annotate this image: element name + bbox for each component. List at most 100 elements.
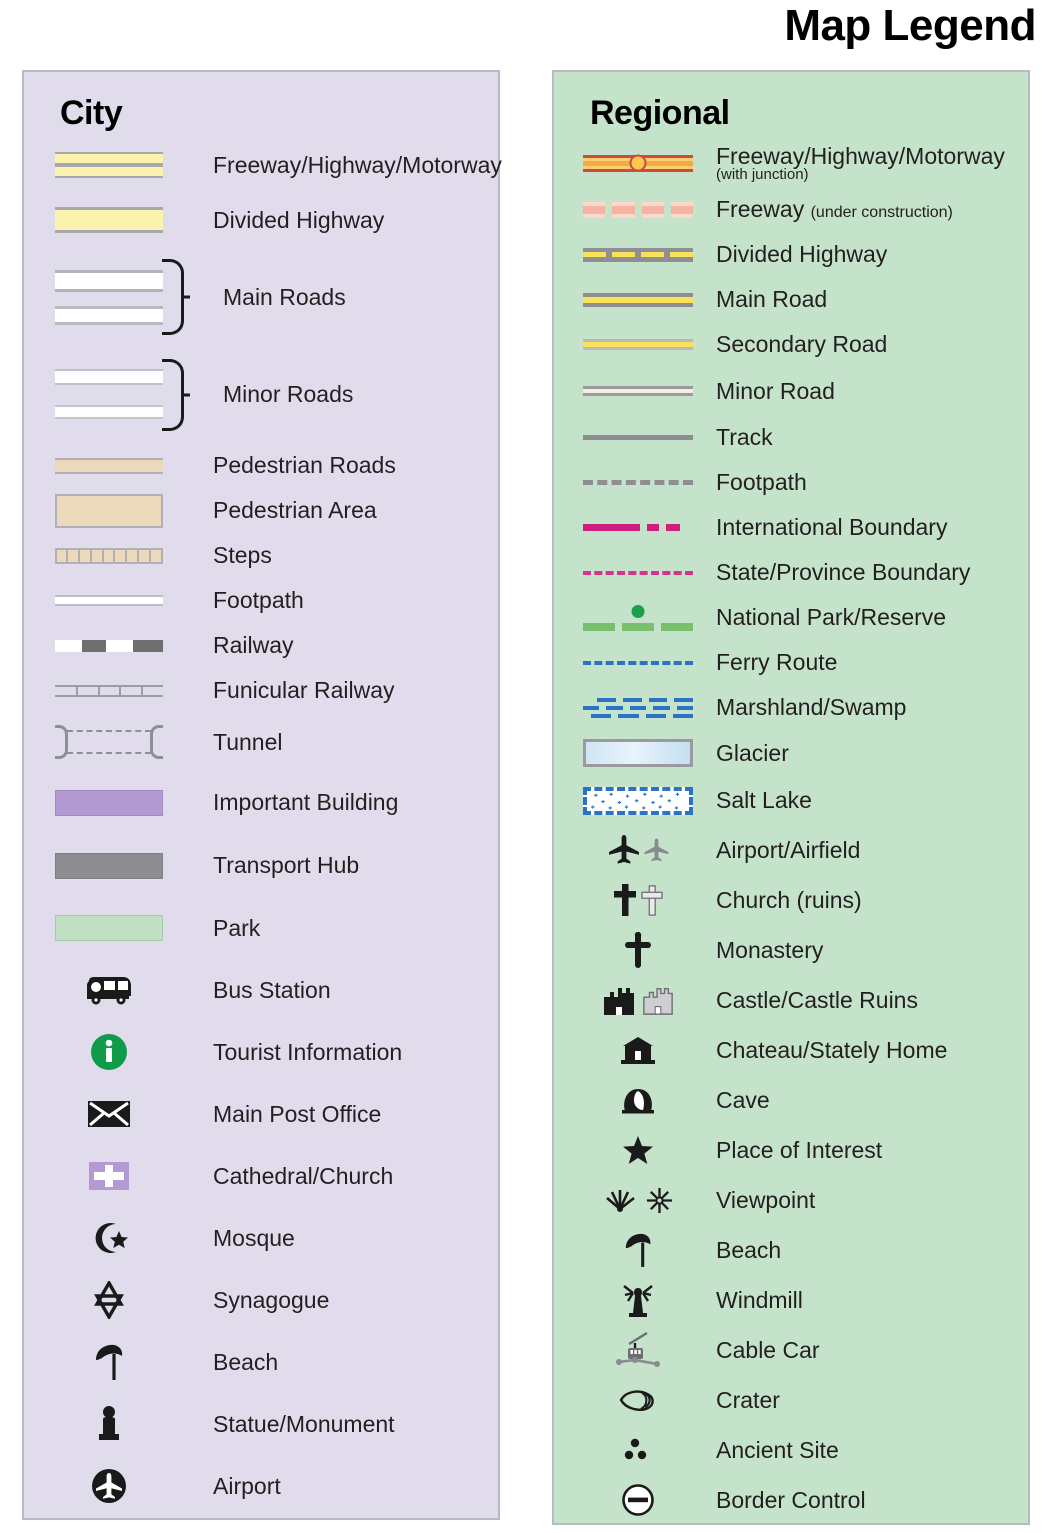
orthodox-cross-icon	[578, 932, 698, 968]
legend-label: Freeway/Highway/Motorway (with junction)	[716, 143, 1005, 183]
legend-label: Main Post Office	[213, 1100, 382, 1127]
legend-label: Border Control	[716, 1486, 866, 1513]
legend-row-secondary-road[interactable]: Secondary Road	[554, 322, 1028, 367]
legend-row-viewpoint[interactable]: Viewpoint	[554, 1175, 1028, 1225]
legend-label: Crater	[716, 1386, 780, 1413]
legend-row-border-control[interactable]: Border Control	[554, 1475, 1028, 1525]
legend-row-windmill[interactable]: Windmill	[554, 1275, 1028, 1325]
legend-row-tunnel[interactable]: Tunnel	[24, 713, 498, 771]
legend-label: State/Province Boundary	[716, 559, 971, 586]
legend-label: Secondary Road	[716, 331, 888, 358]
legend-label: Transport Hub	[213, 852, 360, 879]
minor-roads-swatch	[46, 369, 171, 419]
legend-row-ancient-site[interactable]: Ancient Site	[554, 1425, 1028, 1475]
legend-row-chateau[interactable]: Chateau/Stately Home	[554, 1025, 1028, 1075]
legend-row-synagogue[interactable]: Synagogue	[24, 1269, 498, 1331]
legend-row-tourist-information[interactable]: Tourist Information	[24, 1021, 498, 1083]
legend-row-church-ruins[interactable]: Church (ruins)	[554, 875, 1028, 925]
legend-row-divided-highway[interactable]: Divided Highway	[24, 191, 498, 249]
legend-label: International Boundary	[716, 514, 948, 541]
legend-row-railway[interactable]: Railway	[24, 623, 498, 668]
legend-row-steps[interactable]: Steps	[24, 533, 498, 578]
track-swatch	[578, 435, 698, 440]
legend-row-important-building[interactable]: Important Building	[24, 771, 498, 834]
legend-label: Minor Roads	[223, 380, 354, 407]
minor-road-swatch	[578, 386, 698, 396]
main-roads-swatch	[46, 269, 171, 325]
legend-label: Minor Road	[716, 377, 835, 404]
legend-row-statue-monument[interactable]: Statue/Monument	[24, 1393, 498, 1455]
beach-umbrella-icon	[578, 1232, 698, 1268]
legend-label: Airport/Airfield	[716, 836, 861, 863]
legend-row-minor-road[interactable]: Minor Road	[554, 367, 1028, 415]
legend-row-main-post-office[interactable]: Main Post Office	[24, 1083, 498, 1145]
legend-label: National Park/Reserve	[716, 604, 947, 631]
city-legend-rows: Freeway/Highway/Motorway Divided Highway…	[24, 139, 502, 1517]
bus-icon	[46, 975, 171, 1005]
legend-label: Park	[213, 914, 261, 941]
legend-row-transport-hub[interactable]: Transport Hub	[24, 834, 498, 897]
legend-label: Pedestrian Roads	[213, 452, 396, 479]
legend-row-main-roads[interactable]: Main Roads	[24, 249, 498, 345]
legend-row-regional-beach[interactable]: Beach	[554, 1225, 1028, 1275]
secondary-road-swatch	[578, 339, 698, 350]
legend-row-glacier[interactable]: Glacier	[554, 730, 1028, 776]
envelope-icon	[46, 1100, 171, 1128]
footpath-swatch	[46, 595, 171, 606]
legend-label: Cave	[716, 1086, 770, 1113]
cave-icon	[578, 1085, 698, 1115]
legend-row-pedestrian-area[interactable]: Pedestrian Area	[24, 488, 498, 533]
legend-row-castle[interactable]: Castle/Castle Ruins	[554, 975, 1028, 1025]
legend-label: Freeway/Highway/Motorway	[213, 151, 502, 178]
legend-label: Monastery	[716, 936, 824, 963]
footpath-dashed-swatch	[578, 480, 698, 485]
legend-row-bus-station[interactable]: Bus Station	[24, 959, 498, 1021]
legend-row-freeway-under-construction[interactable]: Freeway (under construction)	[554, 187, 1028, 232]
legend-row-airport[interactable]: Airport	[24, 1455, 498, 1517]
legend-row-salt-lake[interactable]: Salt Lake	[554, 776, 1028, 825]
state-boundary-swatch	[578, 570, 698, 575]
legend-label: Important Building	[213, 789, 399, 816]
chateau-icon	[578, 1035, 698, 1065]
star-and-crescent-icon	[46, 1220, 171, 1256]
important-building-swatch	[46, 789, 171, 816]
legend-row-state-boundary[interactable]: State/Province Boundary	[554, 550, 1028, 595]
legend-row-monastery[interactable]: Monastery	[554, 925, 1028, 975]
park-swatch	[46, 915, 171, 941]
legend-row-pedestrian-roads[interactable]: Pedestrian Roads	[24, 443, 498, 488]
legend-label: Tourist Information	[213, 1038, 403, 1065]
legend-label-sub: (with junction)	[716, 165, 809, 183]
legend-row-footpath[interactable]: Footpath	[24, 578, 498, 623]
pedestrian-area-swatch	[46, 493, 171, 528]
transport-hub-swatch	[46, 852, 171, 879]
legend-row-regional-footpath[interactable]: Footpath	[554, 460, 1028, 505]
legend-row-mosque[interactable]: Mosque	[24, 1207, 498, 1269]
airport-circle-icon	[46, 1467, 171, 1505]
legend-row-crater[interactable]: Crater	[554, 1375, 1028, 1425]
legend-row-park[interactable]: Park	[24, 897, 498, 959]
legend-row-cable-car[interactable]: Cable Car	[554, 1325, 1028, 1375]
legend-row-funicular-railway[interactable]: Funicular Railway	[24, 668, 498, 713]
legend-row-marshland[interactable]: Marshland/Swamp	[554, 685, 1028, 730]
ferry-route-swatch	[578, 660, 698, 665]
legend-row-regional-divided-highway[interactable]: Divided Highway	[554, 232, 1028, 277]
legend-row-international-boundary[interactable]: International Boundary	[554, 505, 1028, 550]
legend-row-freeway[interactable]: Freeway/Highway/Motorway	[24, 139, 502, 191]
legend-row-track[interactable]: Track	[554, 415, 1028, 460]
legend-row-beach[interactable]: Beach	[24, 1331, 498, 1393]
freeway-junction-swatch	[578, 154, 698, 172]
legend-row-main-road[interactable]: Main Road	[554, 277, 1028, 322]
legend-row-place-of-interest[interactable]: Place of Interest	[554, 1125, 1028, 1175]
legend-row-airport-airfield[interactable]: Airport/Airfield	[554, 825, 1028, 875]
freeway-under-construction-swatch	[578, 201, 698, 218]
legend-row-cave[interactable]: Cave	[554, 1075, 1028, 1125]
legend-label: Tunnel	[213, 728, 283, 755]
legend-row-national-park[interactable]: National Park/Reserve	[554, 595, 1028, 640]
legend-row-minor-roads[interactable]: Minor Roads	[24, 345, 498, 443]
legend-row-ferry-route[interactable]: Ferry Route	[554, 640, 1028, 685]
legend-row-cathedral-church[interactable]: Cathedral/Church	[24, 1145, 498, 1207]
legend-label: Railway	[213, 632, 294, 659]
legend-label: Funicular Railway	[213, 677, 395, 704]
beach-umbrella-icon	[46, 1343, 171, 1381]
legend-row-freeway-junction[interactable]: Freeway/Highway/Motorway (with junction)	[554, 139, 1028, 187]
